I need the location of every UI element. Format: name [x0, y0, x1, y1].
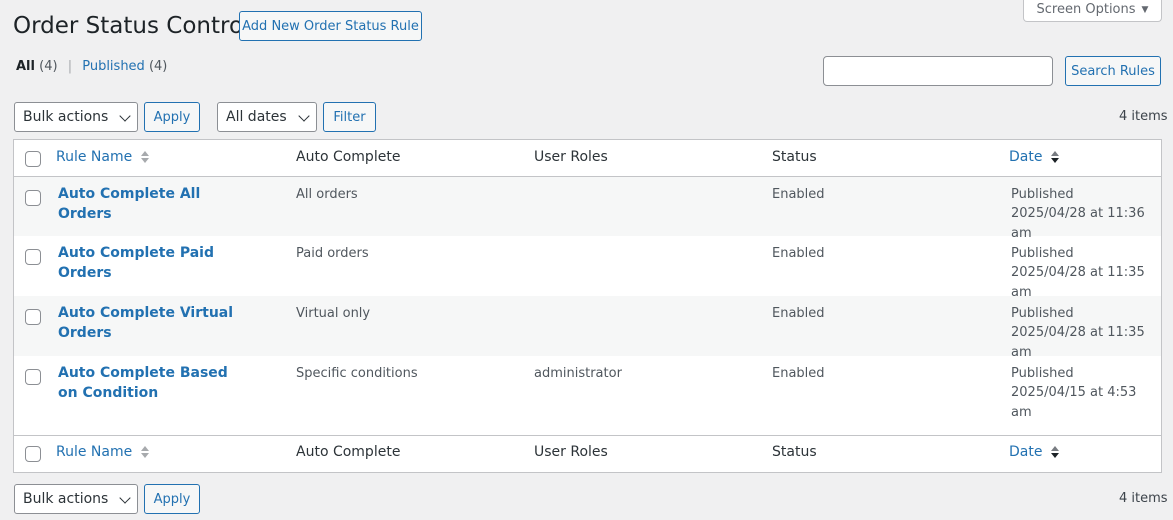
apply-button-bottom[interactable]: Apply — [144, 484, 200, 514]
views-filter: All (4) | Published (4) — [16, 58, 167, 76]
column-auto-complete: Auto Complete — [296, 149, 401, 165]
bulk-actions-select-bottom[interactable]: Bulk actions — [14, 484, 138, 514]
rule-title-link[interactable]: Auto Complete Paid Orders — [58, 243, 258, 283]
column-date-label: Date — [1009, 444, 1043, 460]
caret-down-icon: ▼ — [1141, 4, 1149, 15]
screen-options-label: Screen Options — [1036, 2, 1136, 17]
select-all-checkbox[interactable] — [25, 151, 41, 167]
table-footer-row: Rule Name Auto Complete User Roles Statu… — [14, 435, 1161, 472]
date-value: 2025/04/15 at 4:53 am — [1011, 385, 1137, 420]
date-status: Published — [1011, 187, 1074, 202]
items-count-bottom: 4 items — [1119, 491, 1168, 506]
chevron-down-icon — [119, 110, 131, 122]
search-input[interactable] — [823, 56, 1053, 86]
views-separator: | — [67, 59, 73, 74]
chevron-down-icon — [298, 110, 310, 122]
column-date[interactable]: Date — [1009, 149, 1059, 165]
rule-title-link[interactable]: Auto Complete Based on Condition — [58, 363, 248, 403]
apply-button-top[interactable]: Apply — [144, 102, 200, 132]
bulk-actions-select-top[interactable]: Bulk actions — [14, 102, 138, 132]
rule-title-link[interactable]: Auto Complete Virtual Orders — [58, 303, 258, 343]
screen-options-tab[interactable]: Screen Options ▼ — [1023, 0, 1162, 22]
view-all-count: (4) — [39, 59, 58, 74]
column-user-roles: User Roles — [534, 149, 608, 165]
items-count-top: 4 items — [1119, 109, 1168, 124]
bulk-actions-value: Bulk actions — [23, 109, 109, 125]
column-status-footer: Status — [772, 444, 817, 460]
status-cell: Enabled — [772, 246, 825, 261]
dates-select[interactable]: All dates — [217, 102, 317, 132]
filter-button[interactable]: Filter — [323, 102, 376, 132]
column-date-label: Date — [1009, 149, 1043, 165]
date-status: Published — [1011, 246, 1074, 261]
table-row: Auto Complete Based on Condition Specifi… — [14, 356, 1161, 435]
date-status: Published — [1011, 306, 1074, 321]
column-rule-name-label: Rule Name — [56, 149, 133, 165]
auto-complete-cell: Paid orders — [296, 246, 369, 261]
view-all-link[interactable]: All — [16, 59, 35, 74]
column-rule-name[interactable]: Rule Name — [56, 149, 149, 165]
status-cell: Enabled — [772, 306, 825, 321]
auto-complete-cell: Specific conditions — [296, 366, 418, 381]
column-rule-name-footer[interactable]: Rule Name — [56, 444, 149, 460]
chevron-down-icon — [119, 492, 131, 504]
column-status: Status — [772, 149, 817, 165]
add-new-rule-button[interactable]: Add New Order Status Rule — [239, 11, 422, 41]
sort-icon — [140, 445, 149, 459]
rule-title-link[interactable]: Auto Complete All Orders — [58, 184, 258, 224]
row-checkbox[interactable] — [25, 190, 41, 206]
user-roles-cell: administrator — [534, 366, 622, 381]
auto-complete-cell: All orders — [296, 187, 358, 202]
search-rules-button[interactable]: Search Rules — [1065, 56, 1161, 86]
column-rule-name-label: Rule Name — [56, 444, 133, 460]
status-cell: Enabled — [772, 187, 825, 202]
view-published-link[interactable]: Published — [82, 59, 145, 74]
select-all-checkbox-footer[interactable] — [25, 446, 41, 462]
table-row: Auto Complete All Orders All orders Enab… — [14, 177, 1161, 241]
date-status: Published — [1011, 366, 1074, 381]
column-auto-complete-footer: Auto Complete — [296, 444, 401, 460]
status-cell: Enabled — [772, 366, 825, 381]
bulk-actions-value: Bulk actions — [23, 491, 109, 507]
dates-value: All dates — [226, 109, 287, 125]
row-checkbox[interactable] — [25, 309, 41, 325]
column-date-footer[interactable]: Date — [1009, 444, 1059, 460]
row-checkbox[interactable] — [25, 249, 41, 265]
page-title: Order Status Control — [13, 13, 250, 39]
view-published-count: (4) — [148, 59, 168, 74]
auto-complete-cell: Virtual only — [296, 306, 371, 321]
sort-desc-icon — [1050, 445, 1059, 459]
table-header-row: Rule Name Auto Complete User Roles Statu… — [14, 140, 1161, 177]
rules-table: Rule Name Auto Complete User Roles Statu… — [13, 139, 1162, 473]
sort-desc-icon — [1050, 150, 1059, 164]
sort-icon — [140, 150, 149, 164]
table-row: Auto Complete Virtual Orders Virtual onl… — [14, 296, 1161, 360]
row-checkbox[interactable] — [25, 369, 41, 385]
column-user-roles-footer: User Roles — [534, 444, 608, 460]
table-row: Auto Complete Paid Orders Paid orders En… — [14, 236, 1161, 300]
